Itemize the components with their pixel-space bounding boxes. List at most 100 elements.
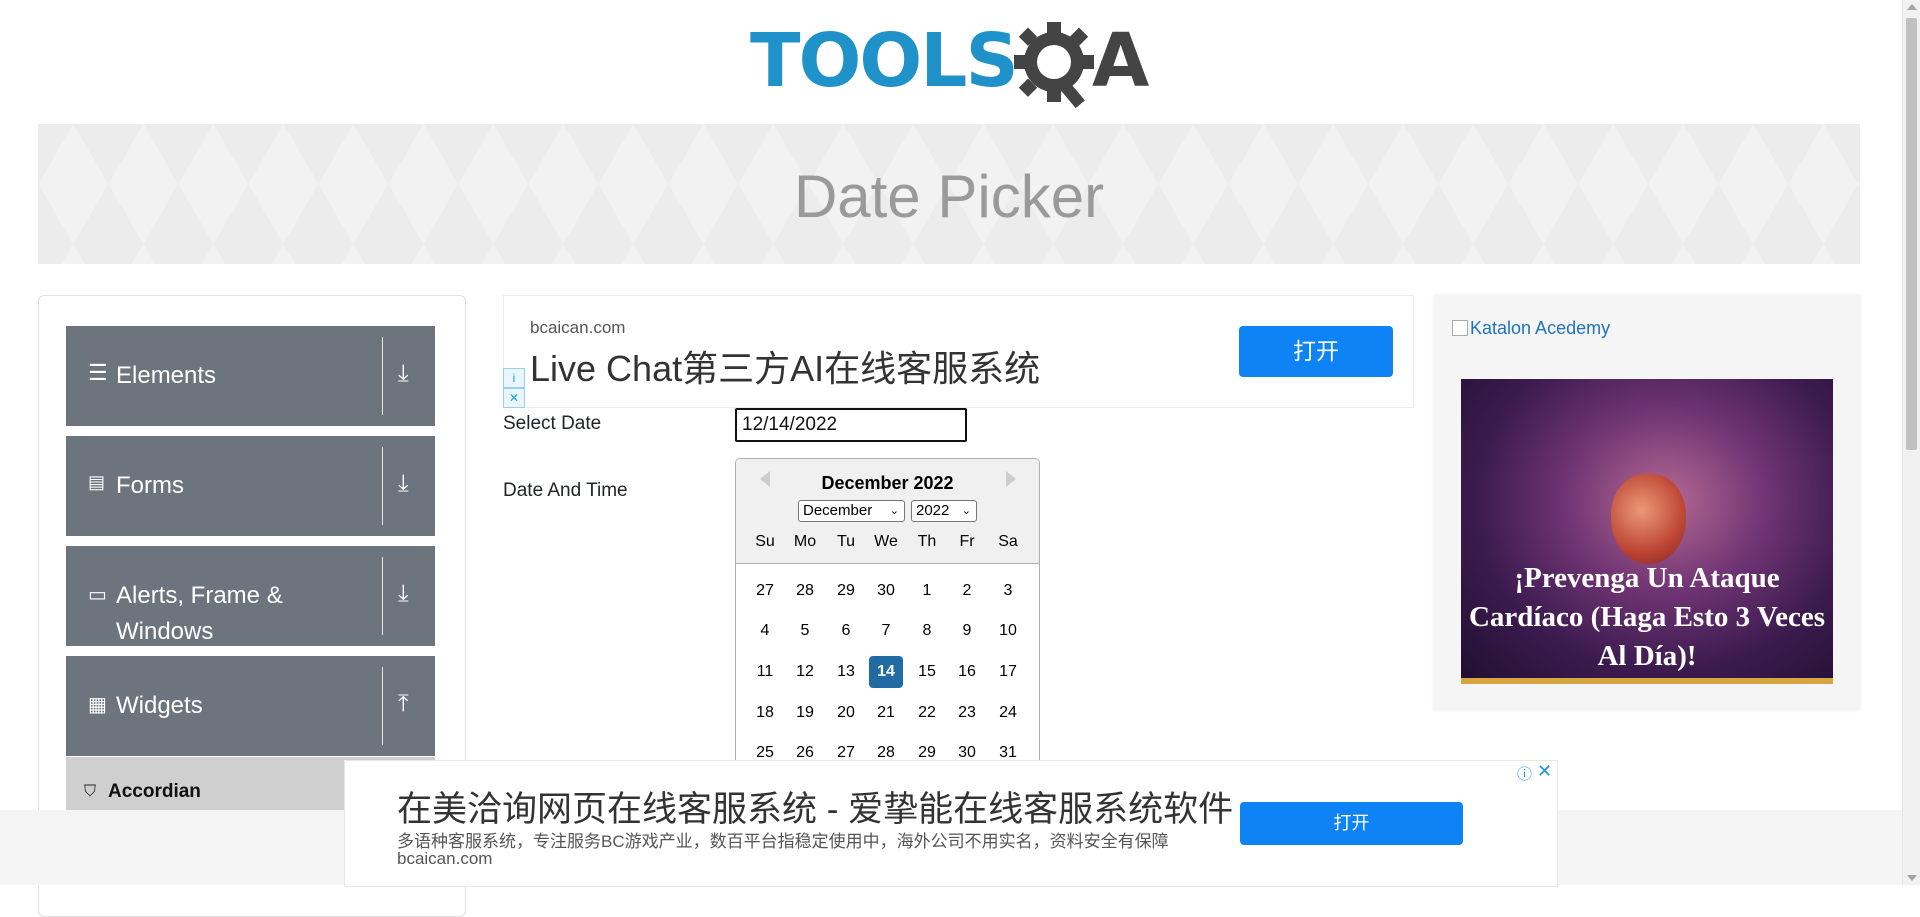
right-ad[interactable]: Katalon Acedemy ¡Prevenga Un Ataque Card… [1434, 295, 1860, 710]
divider [382, 667, 383, 745]
weekday-label: Fr [959, 533, 975, 550]
sidebar-group-label: Alerts, Frame & Windows [116, 582, 283, 645]
calendar-day[interactable]: 8 [910, 615, 944, 647]
select-date-label: Select Date [503, 413, 602, 434]
page-banner: Date Picker [38, 124, 1860, 264]
weekday-label: Su [755, 533, 775, 550]
calendar-day[interactable]: 30 [869, 575, 903, 607]
logo-text-end: A [1092, 18, 1150, 104]
calendar-day[interactable]: 22 [910, 697, 944, 729]
sidebar-group-label: Forms [116, 472, 184, 499]
scroll-up-icon[interactable] [1907, 4, 1917, 10]
ad-caption: ¡Prevenga Un Ataque Cardíaco (Haga Esto … [1468, 562, 1826, 672]
divider [382, 337, 383, 415]
hamburger-icon: ☰ [88, 360, 108, 385]
toolsqa-logo[interactable]: TOOLS A [750, 18, 1152, 113]
weekday-label: Sa [998, 533, 1018, 550]
window-icon: ▭ [88, 584, 107, 606]
top-ad-banner[interactable]: bcaican.com Live Chat第三方AI在线客服系统 打开 [503, 295, 1414, 408]
bottom-ad-banner[interactable]: 在美洽询网页在线客服系统 - 爱挚能在线客服系统软件 多语种客服系统，专注服务B… [344, 760, 1558, 887]
logo-gear-icon [1014, 22, 1094, 109]
ad-close-icon[interactable]: ✕ [503, 388, 525, 408]
katalon-ad-link[interactable]: Katalon Acedemy [1452, 318, 1610, 339]
calendar-day[interactable]: 1 [910, 575, 944, 607]
calendar-day[interactable]: 20 [829, 697, 863, 729]
download-arrow-icon[interactable]: ⤓ [398, 360, 409, 388]
month-select[interactable]: December ⌄ [798, 500, 905, 522]
logo-text: TOOLS [750, 18, 1019, 104]
upload-arrow-icon[interactable]: ⤒ [398, 690, 409, 718]
date-and-time-label: Date And Time [503, 480, 628, 501]
page-title: Date Picker [793, 163, 1105, 230]
sidebar-item-label: Accordian [108, 781, 201, 802]
widgets-icon: ▦ [88, 694, 107, 716]
sidebar-group-label: Widgets [116, 692, 203, 719]
sidebar-group-elements[interactable]: ☰ Elements ⤓ [66, 326, 435, 426]
chevron-down-icon: ⌄ [889, 505, 899, 517]
katalon-alt-text: Katalon Acedemy [1470, 318, 1611, 338]
calendar-day[interactable]: 15 [910, 656, 944, 688]
calendar-day[interactable]: 4 [748, 615, 782, 647]
calendar-day[interactable]: 28 [788, 575, 822, 607]
month-select-value: December [803, 502, 873, 519]
calendar-day[interactable]: 9 [950, 615, 984, 647]
calendar-day[interactable]: 21 [869, 697, 903, 729]
calendar-day[interactable]: 17 [991, 656, 1025, 688]
ad-info-icon[interactable]: i [503, 368, 525, 388]
year-select-value: 2022 [916, 502, 950, 519]
calendar-day[interactable]: 11 [748, 656, 782, 688]
ad-bottom-bar [1461, 678, 1833, 684]
calendar-day[interactable]: 5 [788, 615, 822, 647]
page-scrollbar[interactable] [1902, 0, 1920, 885]
heart-ad-image[interactable]: ¡Prevenga Un Ataque Cardíaco (Haga Esto … [1461, 379, 1833, 684]
sidebar-group-label: Elements [116, 362, 217, 389]
sidebar-group-widgets[interactable]: ▦ Widgets ⤒ [66, 656, 435, 756]
bottom-ad-open-button[interactable]: 打开 [1240, 802, 1463, 845]
weekday-label: We [874, 533, 898, 550]
scroll-down-icon[interactable] [1907, 875, 1917, 881]
bottom-ad-domain: bcaican.com [397, 849, 493, 868]
year-select[interactable]: 2022 ⌄ [911, 500, 977, 522]
calendar-day[interactable]: 24 [991, 697, 1025, 729]
ad-close-icon[interactable]: ✕ [1537, 761, 1552, 782]
heart-illustration [1611, 474, 1686, 564]
ad-headline[interactable]: Live Chat第三方AI在线客服系统 [530, 340, 1040, 392]
date-picker-input[interactable] [735, 408, 967, 442]
datepicker-popup: December 2022 December ⌄ 2022 ⌄ Su Mo Tu… [735, 458, 1040, 780]
weekday-label: Th [917, 533, 937, 550]
calendar-day[interactable]: 16 [950, 656, 984, 688]
calendar-day[interactable]: 6 [829, 615, 863, 647]
calendar-day[interactable]: 13 [829, 656, 863, 688]
weekday-label: Tu [836, 533, 856, 550]
sidebar-group-forms[interactable]: ▤ Forms ⤓ [66, 436, 435, 536]
bottom-ad-headline[interactable]: 在美洽询网页在线客服系统 - 爱挚能在线客服系统软件 [397, 781, 1233, 832]
html5-icon: ⛉ [84, 783, 97, 800]
calendar-day[interactable]: 2 [950, 575, 984, 607]
ad-open-button[interactable]: 打开 [1239, 326, 1393, 377]
datepicker-header: December 2022 December ⌄ 2022 ⌄ Su Mo Tu… [736, 459, 1039, 564]
calendar-day[interactable]: 3 [991, 575, 1025, 607]
next-month-icon[interactable] [1006, 471, 1016, 487]
ad-info-icon[interactable]: ⓘ [1517, 763, 1532, 784]
calendar-day[interactable]: 29 [829, 575, 863, 607]
form-icon: ▤ [88, 472, 106, 492]
calendar-day[interactable]: 10 [991, 615, 1025, 647]
calendar-day[interactable]: 23 [950, 697, 984, 729]
broken-image-icon [1452, 320, 1468, 336]
scroll-thumb[interactable] [1906, 18, 1917, 450]
calendar-day[interactable]: 27 [748, 575, 782, 607]
calendar-day[interactable]: 7 [869, 615, 903, 647]
download-arrow-icon[interactable]: ⤓ [398, 580, 409, 608]
calendar-day-selected[interactable]: 14 [869, 656, 903, 688]
calendar-day[interactable]: 19 [788, 697, 822, 729]
current-month: December 2022 [821, 473, 954, 493]
download-arrow-icon[interactable]: ⤓ [398, 470, 409, 498]
bottom-ad-subtext: 多语种客服系统，专注服务BC游戏产业，数百平台指稳定使用中，海外公司不用实名，资… [397, 832, 1169, 851]
divider [382, 557, 383, 635]
calendar-day[interactable]: 18 [748, 697, 782, 729]
chevron-down-icon: ⌄ [961, 505, 971, 517]
ad-domain: bcaican.com [530, 318, 626, 337]
calendar-day[interactable]: 12 [788, 656, 822, 688]
divider [382, 447, 383, 525]
sidebar-group-alerts[interactable]: ▭ Alerts, Frame & Windows ⤓ [66, 546, 435, 646]
